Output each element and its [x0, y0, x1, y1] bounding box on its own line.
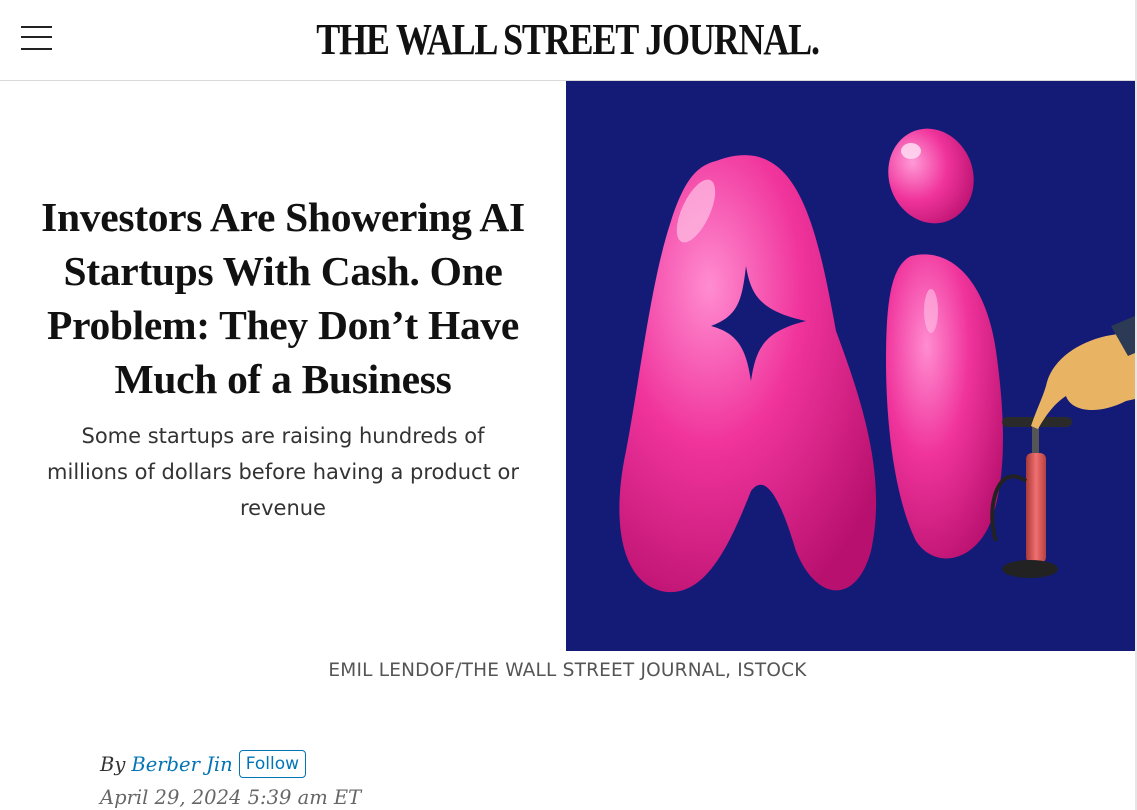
byline: By Berber Jin Follow — [100, 750, 307, 778]
image-credit: EMIL LENDOF/THE WALL STREET JOURNAL, IST… — [328, 660, 807, 681]
article-hero-text: Investors Are Showering AI Startups With… — [28, 190, 538, 526]
byline-prefix: By — [100, 752, 126, 776]
site-header: THE WALL STREET JOURNAL. — [0, 0, 1135, 81]
hamburger-menu-icon[interactable] — [20, 24, 54, 54]
ai-balloon-illustration — [619, 128, 1135, 593]
masthead-logo[interactable]: THE WALL STREET JOURNAL. — [102, 14, 1033, 66]
article-headline: Investors Are Showering AI Startups With… — [41, 194, 525, 402]
publish-timestamp: April 29, 2024 5:39 am ET — [100, 786, 362, 809]
author-link[interactable]: Berber Jin — [131, 753, 232, 776]
article-dek: Some startups are raising hundreds of mi… — [47, 424, 519, 520]
hero-illustration — [566, 81, 1135, 651]
follow-button[interactable]: Follow — [238, 750, 307, 778]
